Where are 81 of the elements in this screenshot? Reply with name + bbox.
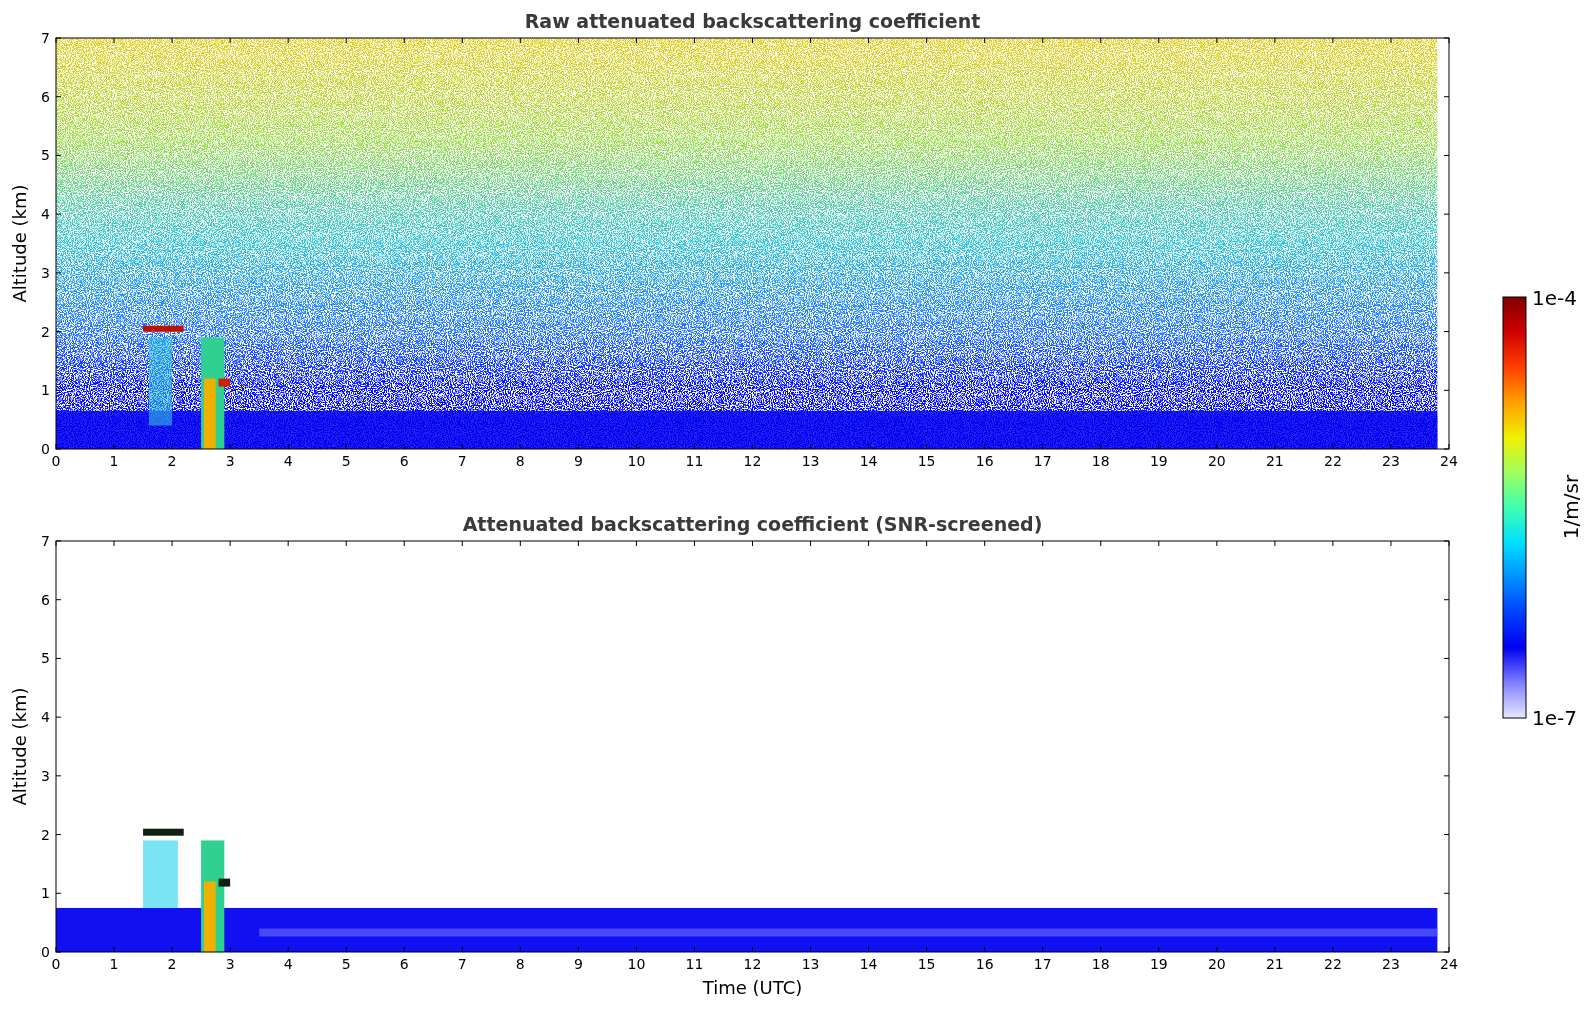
precipitation-streak [143,840,178,908]
x-tick-label: 20 [1207,956,1226,972]
y-tick-label: 3 [41,767,50,784]
x-tick-label: 3 [225,453,235,469]
x-tick-label: 2 [167,453,177,469]
x-tick-label: 16 [975,453,994,469]
x-tick-label: 6 [399,956,409,972]
x-tick-label: 7 [457,453,467,469]
cloud-top-patch [143,325,184,332]
x-tick-label: 16 [975,956,994,972]
plot-title: Attenuated backscattering coefficient (SNR-screened) [462,513,1043,535]
x-tick-label: 12 [743,956,762,972]
colorbar-unit-label: 1/m/sr [1559,474,1583,540]
precipitation-core [204,881,216,952]
x-tick-label: 5 [341,453,351,469]
x-tick-label: 23 [1382,956,1400,972]
x-tick-label: 5 [341,956,351,972]
x-tick-label: 9 [573,956,583,972]
x-tick-label: 10 [627,453,646,469]
y-tick-label: 0 [41,441,50,457]
cloud-base-patch [218,878,231,887]
x-tick-label: 0 [51,956,61,972]
x-tick-label: 9 [573,453,583,469]
y-tick-label: 5 [41,147,50,164]
y-tick-label: 0 [41,944,50,960]
x-tick-label: 21 [1265,453,1284,469]
x-tick-label: 2 [167,956,177,972]
x-tick-label: 10 [627,956,646,972]
x-tick-label: 22 [1324,453,1342,469]
x-tick-label: 8 [515,453,525,469]
x-tick-label: 14 [859,453,878,469]
y-tick-label: 6 [41,591,50,608]
x-tick-label: 14 [859,956,878,972]
y-axis-label: Altitude (km) [9,184,30,303]
x-tick-label: 13 [801,453,820,469]
plot-title: Raw attenuated backscattering coefficient [524,10,981,32]
y-tick-label: 6 [41,88,50,105]
x-tick-label: 7 [457,956,467,972]
y-tick-label: 2 [41,826,50,843]
y-tick-label: 1 [41,382,50,399]
y-tick-label: 1 [41,885,50,902]
x-tick-label: 1 [109,956,119,972]
colorbar-min-label: 1e-7 [1532,706,1577,730]
x-tick-label: 11 [685,956,704,972]
y-tick-label: 7 [41,30,50,46]
x-tick-label: 17 [1033,453,1052,469]
x-tick-label: 4 [283,453,293,469]
x-tick-label: 6 [399,453,409,469]
x-tick-label: 3 [225,956,235,972]
x-tick-label: 22 [1324,956,1342,972]
cloud-base-patch [218,378,231,387]
y-tick-label: 2 [41,323,50,340]
precipitation-core [204,378,216,449]
x-tick-label: 15 [917,453,936,469]
colorbar-max-label: 1e-4 [1532,286,1577,310]
y-tick-label: 4 [41,709,50,726]
y-tick-label: 5 [41,650,50,667]
x-tick-label: 15 [917,956,936,972]
x-tick-label: 23 [1382,453,1400,469]
x-tick-label: 24 [1440,453,1458,469]
x-tick-label: 19 [1149,453,1168,469]
y-tick-label: 4 [41,206,50,223]
x-tick-label: 0 [51,453,61,469]
x-tick-label: 1 [109,453,119,469]
cloud-top-patch [143,828,184,836]
x-tick-label: 12 [743,453,762,469]
x-tick-label: 24 [1440,956,1458,972]
x-tick-label: 20 [1207,453,1226,469]
x-tick-label: 8 [515,956,525,972]
y-axis-label: Altitude (km) [9,687,30,806]
x-tick-label: 11 [685,453,704,469]
x-tick-label: 17 [1033,956,1052,972]
x-tick-label: 19 [1149,956,1168,972]
x-axis-label: Time (UTC) [702,977,803,998]
x-tick-label: 18 [1091,956,1110,972]
x-tick-label: 4 [283,956,293,972]
x-tick-label: 13 [801,956,820,972]
y-tick-label: 3 [41,264,50,281]
y-tick-label: 7 [41,533,50,549]
x-tick-label: 21 [1265,956,1284,972]
x-tick-label: 18 [1091,453,1110,469]
